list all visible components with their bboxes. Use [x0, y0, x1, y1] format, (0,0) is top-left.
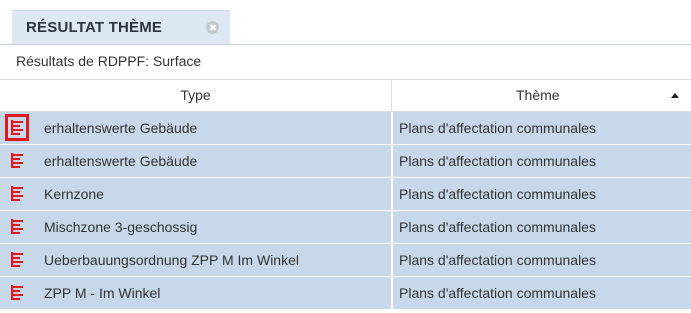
- results-subtitle: Résultats de RDPPF: Surface: [16, 53, 202, 69]
- table-header: Type Thème: [0, 79, 691, 112]
- legend-list-icon[interactable]: [5, 114, 29, 141]
- table-row[interactable]: ZPP M - Im Winkel Plans d'affectation com…: [0, 277, 691, 310]
- table-row[interactable]: erhaltenswerte Gebäude Plans d'affectatio…: [0, 145, 691, 178]
- table-row[interactable]: Ueberbauungsordnung ZPP M Im Winkel Plans…: [0, 244, 691, 277]
- cell-theme: Plans d'affectation communales: [393, 145, 691, 177]
- results-table-body: erhaltenswerte Gebäude Plans d'affectatio…: [0, 112, 691, 310]
- column-header-theme-label: Thème: [516, 87, 560, 103]
- table-row[interactable]: erhaltenswerte Gebäude Plans d'affectatio…: [0, 112, 691, 145]
- cell-theme: Plans d'affectation communales: [393, 178, 691, 210]
- table-row[interactable]: Mischzone 3-geschossig Plans d'affectatio…: [0, 211, 691, 244]
- results-panel: Résultats de RDPPF: Surface Type Thème e…: [0, 44, 691, 313]
- legend-list-icon[interactable]: [11, 285, 23, 300]
- cell-type: erhaltenswerte Gebäude: [0, 145, 391, 177]
- cell-theme: Plans d'affectation communales: [393, 211, 691, 243]
- cell-theme: Plans d'affectation communales: [393, 277, 691, 309]
- cell-type: Kernzone: [0, 178, 391, 210]
- type-label: Ueberbauungsordnung ZPP M Im Winkel: [44, 252, 299, 268]
- legend-list-icon[interactable]: [11, 252, 23, 267]
- sort-ascending-icon: [671, 93, 679, 98]
- type-label: Kernzone: [44, 186, 104, 202]
- legend-list-icon[interactable]: [11, 153, 23, 168]
- cell-theme: Plans d'affectation communales: [393, 112, 691, 144]
- close-icon[interactable]: [206, 21, 219, 34]
- type-label: erhaltenswerte Gebäude: [44, 120, 198, 136]
- theme-label: Plans d'affectation communales: [399, 120, 596, 136]
- theme-label: Plans d'affectation communales: [399, 186, 596, 202]
- theme-label: Plans d'affectation communales: [399, 219, 596, 235]
- theme-label: Plans d'affectation communales: [399, 153, 596, 169]
- column-header-type[interactable]: Type: [0, 80, 392, 111]
- type-label: ZPP M - Im Winkel: [44, 285, 161, 301]
- cell-theme: Plans d'affectation communales: [393, 244, 691, 276]
- legend-list-icon[interactable]: [11, 219, 23, 234]
- cell-type: ZPP M - Im Winkel: [0, 277, 391, 309]
- tab-title: RÉSULTAT THÈME: [26, 19, 163, 36]
- tab-bar: RÉSULTAT THÈME: [0, 0, 691, 44]
- tab-result-theme[interactable]: RÉSULTAT THÈME: [12, 10, 230, 44]
- cell-type: Mischzone 3-geschossig: [0, 211, 391, 243]
- type-label: erhaltenswerte Gebäude: [44, 153, 198, 169]
- table-row[interactable]: Kernzone Plans d'affectation communales: [0, 178, 691, 211]
- legend-list-icon[interactable]: [11, 186, 23, 201]
- cell-type: erhaltenswerte Gebäude: [0, 112, 391, 144]
- theme-label: Plans d'affectation communales: [399, 285, 596, 301]
- cell-type: Ueberbauungsordnung ZPP M Im Winkel: [0, 244, 391, 276]
- column-header-theme[interactable]: Thème: [392, 80, 691, 111]
- type-label: Mischzone 3-geschossig: [44, 219, 198, 235]
- theme-label: Plans d'affectation communales: [399, 252, 596, 268]
